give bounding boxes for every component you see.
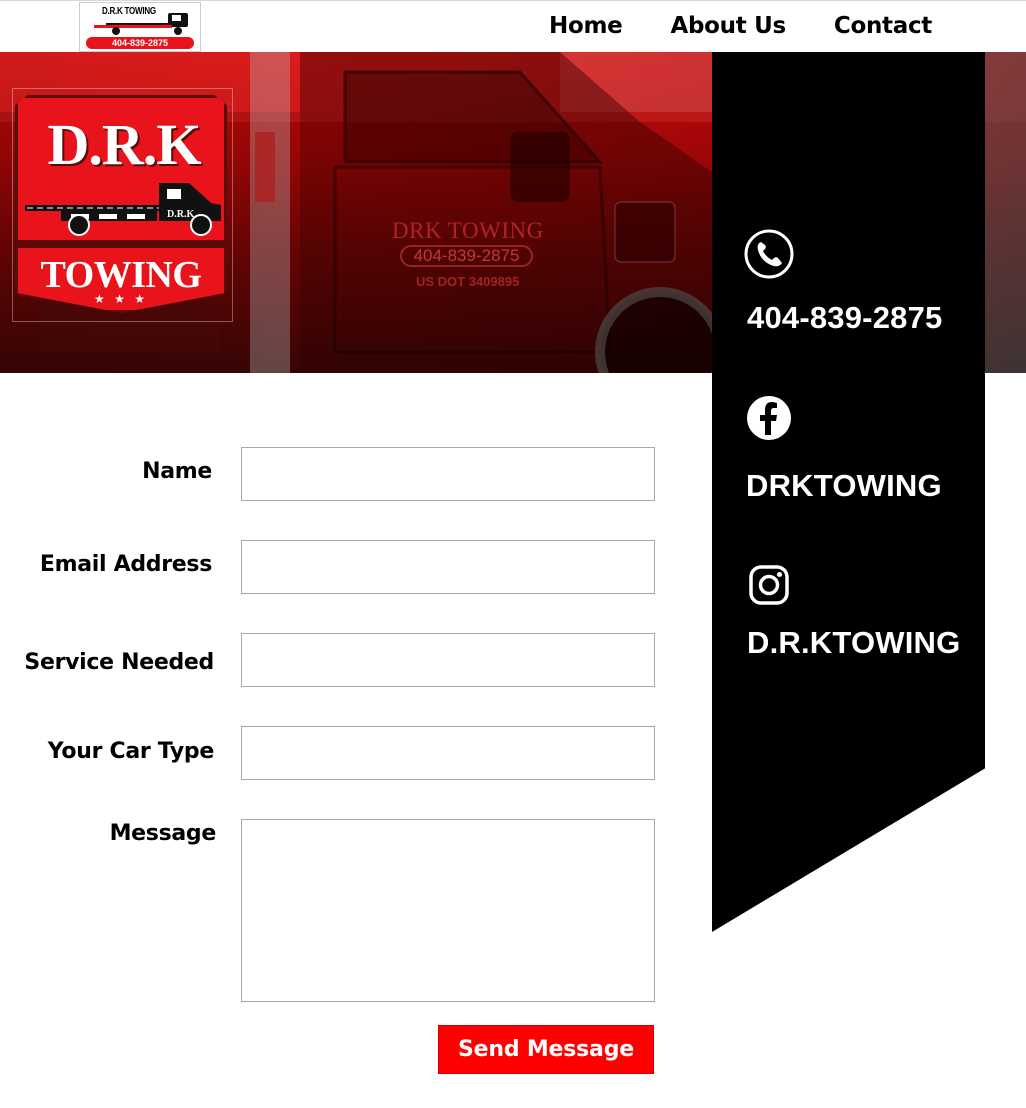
truck-door-phone: 404-839-2875 <box>400 245 533 267</box>
service-label: Service Needed <box>24 650 214 675</box>
badge-stars-icon: ★ ★ ★ <box>94 292 148 306</box>
instagram-icon[interactable] <box>743 559 795 611</box>
car-type-input[interactable] <box>241 726 655 780</box>
nav-contact-link[interactable]: Contact <box>834 13 932 39</box>
flatbed-truck-icon: D.R.K <box>25 183 221 236</box>
email-label: Email Address <box>39 552 212 577</box>
badge-subtitle: TOWING <box>40 254 202 296</box>
message-textarea[interactable] <box>241 819 655 1002</box>
badge-truck-label: D.R.K <box>167 209 194 220</box>
truck-door-text: DRK TOWING <box>392 218 544 243</box>
email-input[interactable] <box>241 540 655 594</box>
header-logo-phone: 404-839-2875 <box>86 37 194 49</box>
header-logo-title: D.R.K TOWING <box>102 6 156 17</box>
badge-title: D.R.K <box>47 112 202 177</box>
service-input[interactable] <box>241 633 655 687</box>
message-label: Message <box>109 821 217 846</box>
phone-icon[interactable] <box>743 228 795 280</box>
name-input[interactable] <box>241 447 655 501</box>
nav-about-link[interactable]: About Us <box>670 13 786 39</box>
facebook-icon[interactable] <box>743 392 795 444</box>
contact-phone[interactable]: 404-839-2875 <box>747 300 942 336</box>
car-type-label: Your Car Type <box>47 739 215 764</box>
send-message-button[interactable]: Send Message <box>438 1025 654 1074</box>
contact-facebook[interactable]: DRKTOWING <box>746 468 942 504</box>
site-header: D.R.K TOWING 404-839-2875 Home About Us … <box>0 0 1026 52</box>
contact-info-panel: 404-839-2875 DRKTOWING D.R.KTOWING <box>712 52 985 932</box>
nav-home-link[interactable]: Home <box>549 13 623 39</box>
truck-door-dot: US DOT 3409895 <box>416 274 520 289</box>
drk-towing-badge-logo: D.R.K D.R.K TOWING ★ ★ ★ <box>12 88 233 322</box>
main-nav: Home About Us Contact <box>549 13 932 39</box>
header-logo[interactable]: D.R.K TOWING 404-839-2875 <box>79 2 201 52</box>
contact-instagram[interactable]: D.R.KTOWING <box>747 625 960 661</box>
name-label: Name <box>142 459 212 484</box>
